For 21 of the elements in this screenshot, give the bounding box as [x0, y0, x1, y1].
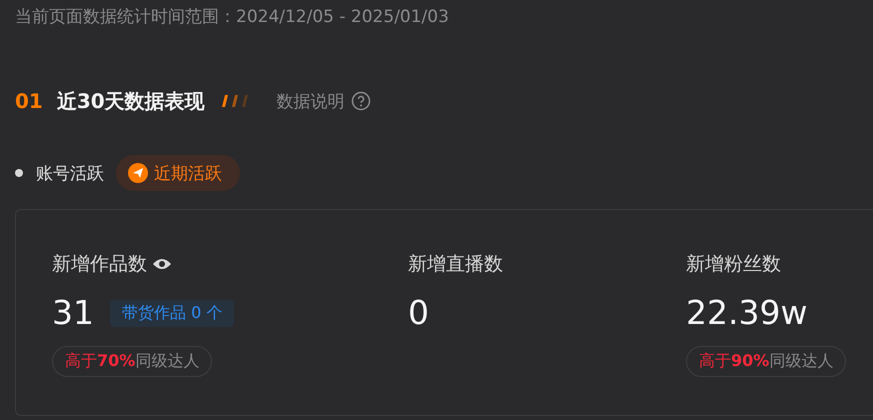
date-range-text: 当前页面数据统计时间范围：2024/12/05 - 2025/01/03	[15, 6, 450, 29]
tag-label: 带货作品 0 个	[110, 300, 234, 326]
stat-label: 新增作品数	[52, 252, 147, 277]
bullet-dot	[15, 169, 23, 177]
stat-value: 31	[52, 295, 94, 331]
stat-label: 新增直播数	[408, 252, 503, 277]
account-activity-label: 账号活跃	[36, 162, 104, 184]
help-icon	[350, 91, 371, 111]
data-explanation-link[interactable]: 数据说明	[276, 90, 371, 112]
comparison-text: 同级达人	[769, 351, 834, 372]
stat-label: 新增粉丝数	[686, 252, 781, 277]
comparison-percent: 高于90%	[699, 351, 770, 372]
activity-badge: 近期活跃	[116, 155, 240, 191]
comparison-text: 同级达人	[135, 351, 200, 372]
stat-value: 22.39w	[686, 295, 808, 331]
comparison-percent: 高于70%	[65, 351, 136, 372]
section-number: 01	[15, 89, 43, 113]
section-title: 近30天数据表现	[56, 88, 205, 114]
eye-icon[interactable]	[153, 258, 171, 270]
stat-value: 0	[408, 295, 429, 331]
paper-plane-icon	[128, 163, 148, 183]
